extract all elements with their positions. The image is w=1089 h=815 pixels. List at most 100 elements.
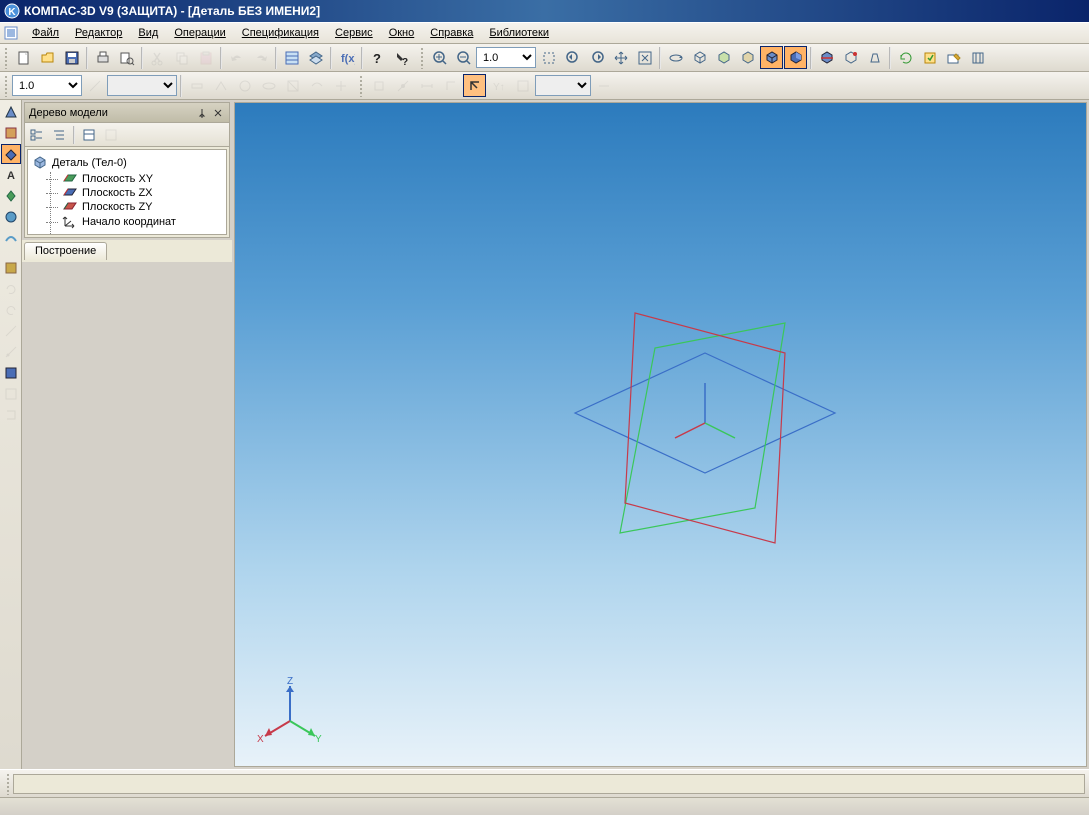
preview-button[interactable] [115, 46, 138, 69]
left-tool-11[interactable] [1, 321, 21, 341]
svg-text:Z: Z [287, 676, 293, 687]
tree-item-origin[interactable]: Начало координат [60, 214, 224, 230]
left-tool-12[interactable] [1, 342, 21, 362]
snap-btn-6[interactable] [511, 74, 534, 97]
left-tool-8[interactable] [1, 258, 21, 278]
tree-tab-build[interactable]: Построение [24, 242, 107, 260]
left-tool-13[interactable] [1, 363, 21, 383]
tree-tool-2[interactable] [49, 125, 69, 145]
tool-btn-5[interactable] [257, 74, 280, 97]
paste-button[interactable] [194, 46, 217, 69]
copy-button[interactable] [170, 46, 193, 69]
toolbar-grip-2[interactable] [420, 47, 425, 69]
rebuild-button[interactable] [918, 46, 941, 69]
snap-btn-1[interactable] [367, 74, 390, 97]
menu-view[interactable]: Вид [130, 25, 166, 41]
snap-btn-5[interactable]: Y↑ [487, 74, 510, 97]
left-tool-3-active[interactable] [1, 144, 21, 164]
snap-btn-4[interactable] [439, 74, 462, 97]
left-tool-9[interactable] [1, 279, 21, 299]
menu-help[interactable]: Справка [422, 25, 481, 41]
tool-btn-6[interactable] [281, 74, 304, 97]
redo-button[interactable] [249, 46, 272, 69]
zoom-prev-button[interactable] [561, 46, 584, 69]
toolbar-grip-3[interactable] [4, 75, 9, 97]
left-tool-4[interactable]: A [1, 165, 21, 185]
left-tool-10[interactable] [1, 300, 21, 320]
pan-button[interactable] [609, 46, 632, 69]
context-help-button[interactable]: ? [390, 46, 413, 69]
zoom-window-button[interactable] [537, 46, 560, 69]
refresh-button[interactable] [894, 46, 917, 69]
toolbar-grip-4[interactable] [359, 75, 364, 97]
tree-body[interactable]: Деталь (Тел-0) Плоскость XY Плоскость ZX… [27, 149, 227, 235]
zoom-next-button[interactable] [585, 46, 608, 69]
iso1-button[interactable] [712, 46, 735, 69]
zoom-fit-button[interactable] [633, 46, 656, 69]
zoom-in-button[interactable] [428, 46, 451, 69]
zoom-out-button[interactable] [452, 46, 475, 69]
tree-root-item[interactable]: Деталь (Тел-0) [30, 154, 224, 172]
open-button[interactable] [36, 46, 59, 69]
tool-btn-7[interactable] [305, 74, 328, 97]
tree-tool-1[interactable] [27, 125, 47, 145]
snap-combo[interactable] [535, 75, 591, 96]
iso2-button[interactable] [736, 46, 759, 69]
menu-libraries[interactable]: Библиотеки [481, 25, 557, 41]
left-tool-5[interactable] [1, 186, 21, 206]
help-button[interactable]: ? [366, 46, 389, 69]
tool-btn-3[interactable] [209, 74, 232, 97]
left-tool-15[interactable] [1, 405, 21, 425]
tool-btn-4[interactable] [233, 74, 256, 97]
tree-close-icon[interactable] [211, 106, 225, 120]
new-button[interactable] [12, 46, 35, 69]
snap-btn-2[interactable] [391, 74, 414, 97]
snap-active-button[interactable] [463, 74, 486, 97]
linetype-combo[interactable] [107, 75, 177, 96]
left-tool-7[interactable] [1, 228, 21, 248]
layers-button[interactable] [304, 46, 327, 69]
status-grip[interactable] [6, 773, 11, 795]
tree-tool-4[interactable] [101, 125, 121, 145]
menu-editor[interactable]: Редактор [67, 25, 130, 41]
menu-operations[interactable]: Операции [166, 25, 233, 41]
menu-specification[interactable]: Спецификация [234, 25, 327, 41]
3d-viewport[interactable]: Z X Y [234, 102, 1087, 767]
snap-btn-7[interactable] [592, 74, 615, 97]
simplify-button[interactable] [839, 46, 862, 69]
save-button[interactable] [60, 46, 83, 69]
tree-item-plane-xy[interactable]: Плоскость XY [60, 172, 224, 186]
tree-tool-3[interactable] [79, 125, 99, 145]
left-tool-2[interactable] [1, 123, 21, 143]
tool-btn-2[interactable] [185, 74, 208, 97]
zoom-combo[interactable]: 1.0 [476, 47, 536, 68]
orient-button[interactable] [688, 46, 711, 69]
bottom-scroll-bar[interactable] [0, 797, 1089, 815]
left-tool-1[interactable] [1, 102, 21, 122]
tool-btn-1[interactable] [83, 74, 106, 97]
scale-combo[interactable]: 1.0 [12, 75, 82, 96]
perspective-button[interactable] [863, 46, 886, 69]
shade-wireframe-button[interactable] [760, 46, 783, 69]
tree-pin-icon[interactable] [195, 106, 209, 120]
variables-button[interactable]: f(x) [335, 46, 358, 69]
rotate-button[interactable] [664, 46, 687, 69]
menu-service[interactable]: Сервис [327, 25, 381, 41]
menu-window[interactable]: Окно [381, 25, 423, 41]
print-button[interactable] [91, 46, 114, 69]
section-button[interactable] [815, 46, 838, 69]
tree-item-plane-zy[interactable]: Плоскость ZY [60, 200, 224, 214]
tree-item-plane-zx[interactable]: Плоскость ZX [60, 186, 224, 200]
toolbar-grip[interactable] [4, 47, 9, 69]
cut-button[interactable] [146, 46, 169, 69]
edit-sketch-button[interactable] [942, 46, 965, 69]
left-tool-6[interactable] [1, 207, 21, 227]
shade-button[interactable] [784, 46, 807, 69]
left-tool-14[interactable] [1, 384, 21, 404]
snap-btn-3[interactable] [415, 74, 438, 97]
sketch-button[interactable] [966, 46, 989, 69]
undo-button[interactable] [225, 46, 248, 69]
properties-button[interactable] [280, 46, 303, 69]
tool-btn-8[interactable] [329, 74, 352, 97]
menu-file[interactable]: Файл [24, 25, 67, 41]
